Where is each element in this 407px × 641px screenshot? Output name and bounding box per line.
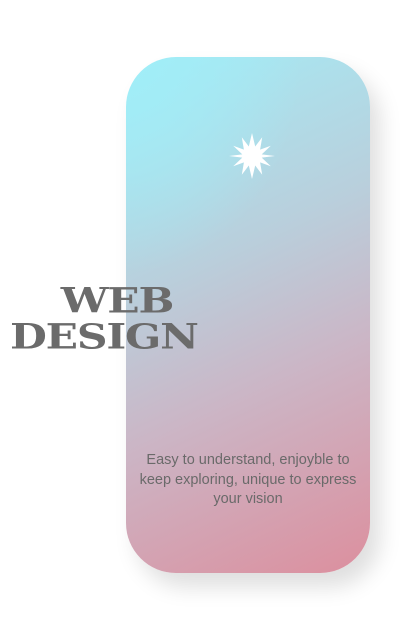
title-line-web: WEB [60, 281, 175, 322]
title-line-design: DESIGN [10, 317, 199, 358]
tagline-text: Easy to understand, enjoyble to keep exp… [139, 452, 357, 507]
hero-title: WEB DESIGN [10, 284, 293, 354]
sparkle-star-icon [229, 133, 275, 179]
